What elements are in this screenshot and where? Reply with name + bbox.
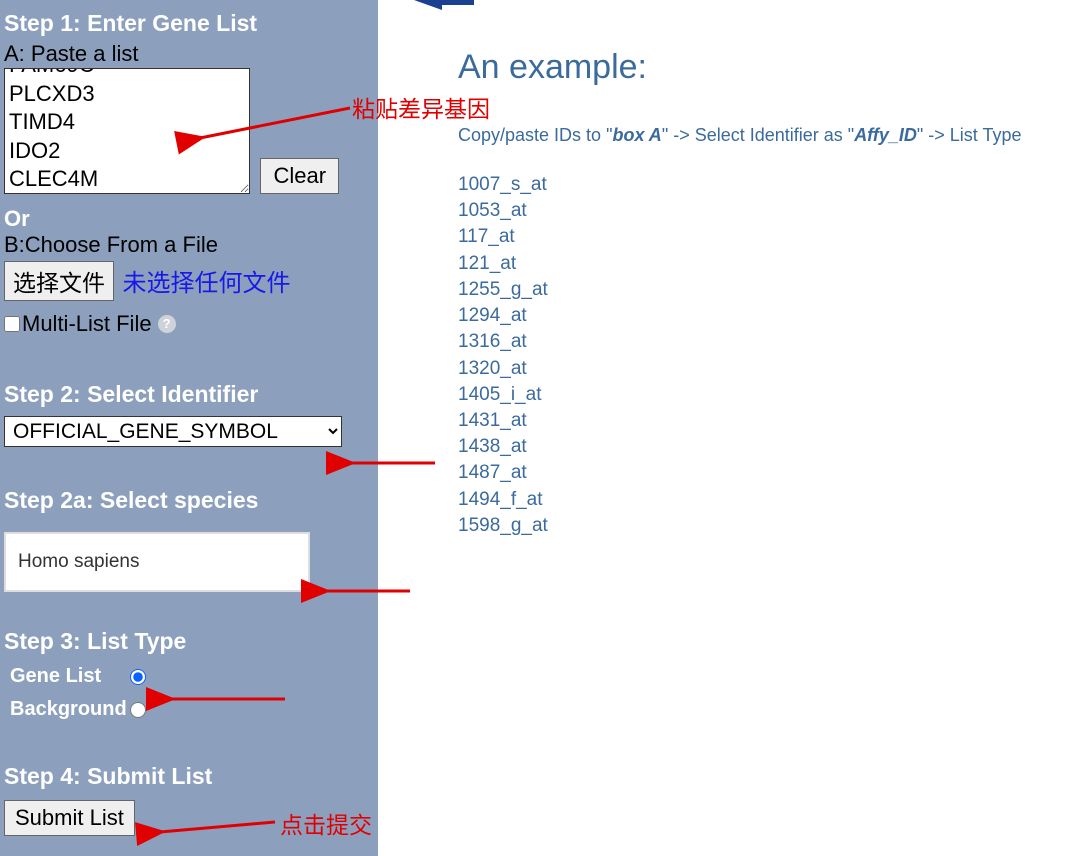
right-panel: An example: Copy/paste IDs to "box A" ->… [378, 0, 1065, 856]
example-id-list: 1007_s_at1053_at117_at121_at1255_g_at129… [458, 172, 1065, 539]
step4-header: Step 4: Submit List [4, 763, 374, 790]
species-input[interactable] [4, 532, 310, 592]
example-id: 1320_at [458, 356, 1065, 382]
step1b-label: B:Choose From a File [4, 232, 374, 258]
example-id: 1294_at [458, 303, 1065, 329]
step2a-header: Step 2a: Select species [4, 487, 374, 514]
multilist-checkbox[interactable] [4, 316, 20, 332]
example-title: An example: [458, 48, 1065, 87]
radio-background[interactable] [130, 702, 146, 718]
example-id: 117_at [458, 224, 1065, 250]
example-instruction: Copy/paste IDs to "box A" -> Select Iden… [458, 125, 1065, 146]
example-id: 1255_g_at [458, 277, 1065, 303]
gene-list-textarea[interactable] [4, 68, 250, 194]
example-id: 1487_at [458, 460, 1065, 486]
submit-button[interactable]: Submit List [4, 800, 135, 836]
choose-file-button[interactable]: 选择文件 [4, 261, 114, 301]
no-file-text: 未选择任何文件 [122, 270, 290, 297]
or-label: Or [4, 206, 374, 232]
step1-header: Step 1: Enter Gene List [4, 10, 374, 37]
step2-header: Step 2: Select Identifier [4, 381, 374, 408]
example-id: 1053_at [458, 198, 1065, 224]
example-id: 1405_i_at [458, 382, 1065, 408]
radio-gene-label: Gene List [10, 665, 130, 688]
multilist-label: Multi-List File [22, 311, 152, 337]
step1a-label: A: Paste a list [4, 41, 374, 67]
left-panel: Step 1: Enter Gene List A: Paste a list … [0, 0, 378, 856]
example-id: 1598_g_at [458, 513, 1065, 539]
radio-bg-label: Background [10, 698, 130, 721]
radio-gene-list[interactable] [130, 669, 146, 685]
example-id: 121_at [458, 251, 1065, 277]
help-icon[interactable]: ? [158, 315, 176, 333]
step3-header: Step 3: List Type [4, 628, 374, 655]
clear-button[interactable]: Clear [260, 158, 339, 194]
example-id: 1494_f_at [458, 487, 1065, 513]
example-id: 1431_at [458, 408, 1065, 434]
example-id: 1438_at [458, 434, 1065, 460]
example-id: 1316_at [458, 329, 1065, 355]
example-id: 1007_s_at [458, 172, 1065, 198]
identifier-select[interactable]: OFFICIAL_GENE_SYMBOL [4, 416, 342, 447]
